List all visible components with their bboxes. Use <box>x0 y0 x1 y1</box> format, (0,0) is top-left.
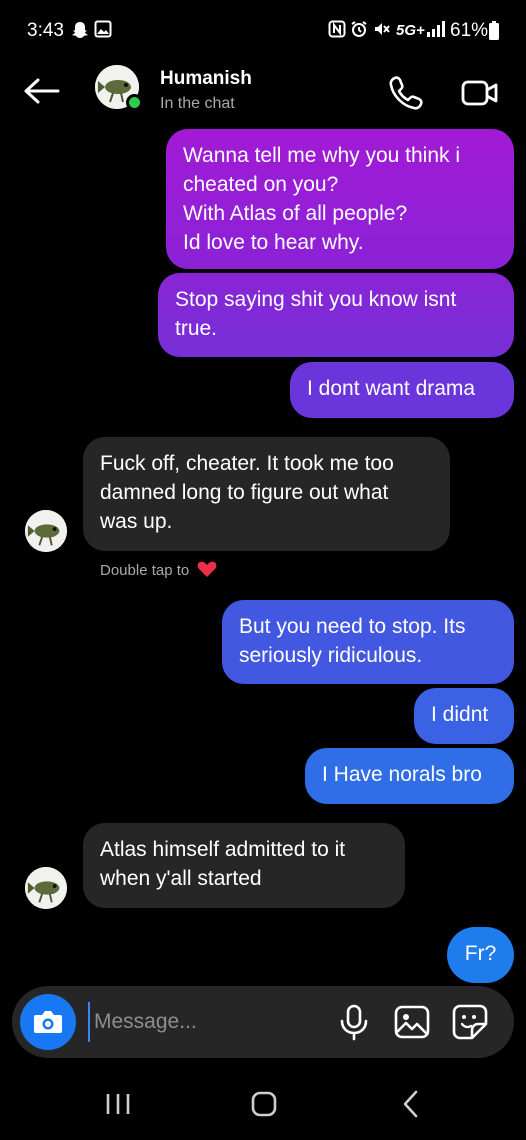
contact-avatar-small[interactable] <box>25 867 67 909</box>
online-indicator <box>126 94 143 111</box>
contact-avatar-small[interactable] <box>25 510 67 552</box>
network-type: 5G+ <box>396 22 425 39</box>
heart-icon[interactable] <box>197 560 217 578</box>
message-bubble-outgoing[interactable]: Stop saying shit you know isnt true. <box>158 273 514 357</box>
gallery-status-icon <box>94 20 112 38</box>
microphone-icon[interactable] <box>334 1002 374 1042</box>
contact-avatar[interactable] <box>95 65 143 111</box>
message-bubble-outgoing[interactable]: Wanna tell me why you think i cheated on… <box>166 129 514 269</box>
video-camera-icon[interactable] <box>460 73 500 113</box>
message-input[interactable] <box>88 1002 318 1042</box>
camera-icon <box>34 1011 62 1033</box>
arrow-left-icon[interactable] <box>22 76 62 106</box>
chat-header: Humanish In the chat <box>0 62 526 122</box>
battery-percentage: 61% <box>450 20 489 41</box>
alarm-icon <box>351 21 367 37</box>
message-bubble-outgoing[interactable]: I dont want drama <box>290 362 514 418</box>
message-bubble-outgoing[interactable]: Fr? <box>447 927 514 983</box>
image-icon[interactable] <box>392 1002 432 1042</box>
home-icon[interactable] <box>244 1086 284 1122</box>
signal-icon <box>427 21 445 37</box>
nfc-icon <box>328 20 346 38</box>
status-bar: 3:43 5G+ 61% <box>0 0 526 62</box>
message-bubble-outgoing[interactable]: I didnt <box>414 688 514 744</box>
double-tap-hint: Double tap to <box>100 560 217 579</box>
sticker-icon[interactable] <box>450 1002 490 1042</box>
message-bubble-incoming[interactable]: Atlas himself admitted to it when y'all … <box>83 823 405 908</box>
mute-icon <box>375 23 390 35</box>
fish-avatar-icon <box>25 510 67 552</box>
message-bubble-outgoing[interactable]: I Have norals bro <box>305 748 514 804</box>
fish-avatar-icon <box>25 867 67 909</box>
status-time: 3:43 <box>27 20 64 41</box>
camera-button[interactable] <box>20 994 76 1050</box>
double-tap-hint-text: Double tap to <box>100 562 190 579</box>
system-navigation-bar <box>0 1070 526 1140</box>
contact-name[interactable]: Humanish <box>160 68 252 90</box>
message-composer <box>12 986 514 1058</box>
back-nav-icon[interactable] <box>392 1086 432 1122</box>
phone-icon[interactable] <box>386 73 426 113</box>
contact-status: In the chat <box>160 95 235 112</box>
battery-icon <box>489 21 499 40</box>
snapchat-icon <box>72 22 88 38</box>
message-bubble-incoming[interactable]: Fuck off, cheater. It took me too damned… <box>83 437 450 551</box>
message-bubble-outgoing[interactable]: But you need to stop. Its seriously ridi… <box>222 600 514 684</box>
recent-apps-icon[interactable] <box>98 1086 138 1122</box>
